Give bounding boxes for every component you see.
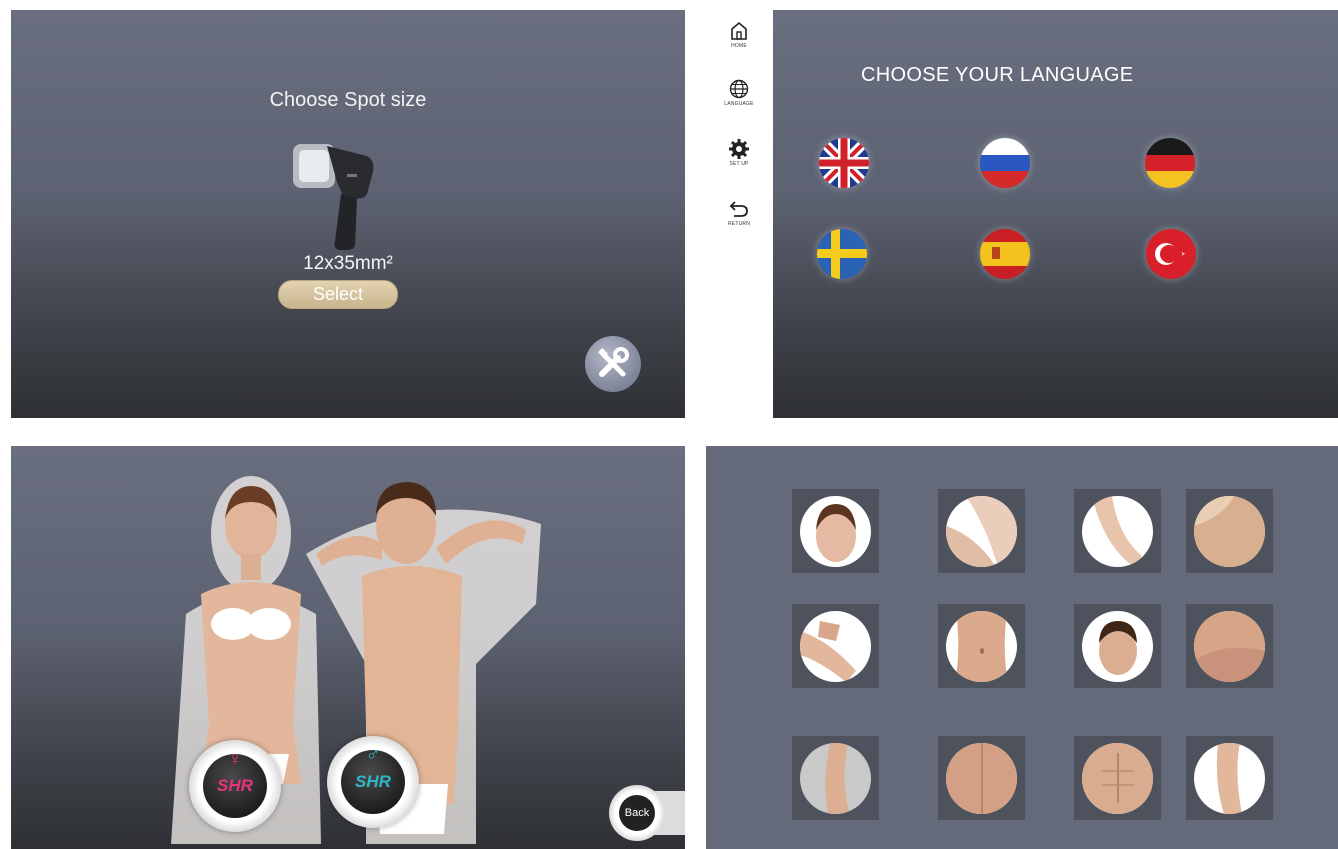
area-tile-thigh[interactable] bbox=[1186, 736, 1273, 820]
turkey-flag[interactable] bbox=[1146, 229, 1196, 279]
area-tile-leg[interactable] bbox=[792, 604, 879, 688]
gear-icon bbox=[729, 139, 749, 159]
spot-size-value: 12x35mm² bbox=[303, 253, 393, 274]
laser-handpiece-image bbox=[293, 144, 374, 250]
sweden-flag[interactable] bbox=[817, 229, 867, 279]
language-panel: CHOOSE YOUR LANGUAGE bbox=[773, 10, 1338, 418]
spain-flag[interactable] bbox=[980, 229, 1030, 279]
side-menu: HOME LANGUAGE SET UP RETURN bbox=[705, 10, 773, 418]
side-item-language[interactable]: LANGUAGE bbox=[705, 78, 773, 107]
area-tile-lower-leg[interactable] bbox=[792, 736, 879, 820]
gender-panel: ♀ SHR ♂ SHR Back bbox=[11, 446, 685, 849]
tools-icon[interactable] bbox=[585, 336, 641, 392]
germany-flag[interactable] bbox=[1145, 138, 1195, 188]
body-area-panel bbox=[706, 446, 1338, 849]
male-shr-button[interactable]: ♂ SHR bbox=[327, 736, 419, 828]
side-label: LANGUAGE bbox=[724, 101, 754, 107]
female-symbol-icon: ♀ bbox=[227, 748, 243, 770]
back-label: Back bbox=[619, 795, 655, 831]
male-symbol-icon: ♂ bbox=[365, 744, 381, 766]
area-tile-arm[interactable] bbox=[1074, 489, 1161, 573]
area-tile-face[interactable] bbox=[792, 489, 879, 573]
home-icon bbox=[731, 21, 747, 40]
area-tile-back[interactable] bbox=[1186, 489, 1273, 573]
return-icon bbox=[729, 201, 748, 217]
side-label: RETURN bbox=[727, 221, 751, 227]
uk-flag[interactable] bbox=[819, 138, 869, 188]
language-title: CHOOSE YOUR LANGUAGE bbox=[861, 64, 1134, 86]
side-label: HOME bbox=[731, 43, 747, 49]
side-item-home[interactable]: HOME bbox=[705, 20, 773, 49]
area-tile-male-face[interactable] bbox=[1074, 604, 1161, 688]
area-tile-shoulder[interactable] bbox=[1186, 604, 1273, 688]
spot-size-panel: Choose Spot size 12x35mm² Select bbox=[11, 10, 685, 418]
male-shr-label: SHR bbox=[355, 772, 391, 791]
russia-flag[interactable] bbox=[980, 138, 1030, 188]
area-tile-underarm[interactable] bbox=[938, 489, 1025, 573]
back-button[interactable]: Back bbox=[609, 785, 665, 841]
side-label: SET UP bbox=[729, 161, 749, 167]
female-shr-label: SHR bbox=[217, 776, 253, 795]
globe-icon bbox=[729, 79, 749, 99]
spot-size-title: Choose Spot size bbox=[269, 89, 427, 111]
side-item-setup[interactable]: SET UP bbox=[705, 138, 773, 167]
side-item-return[interactable]: RETURN bbox=[705, 198, 773, 227]
area-tile-abdomen[interactable] bbox=[938, 604, 1025, 688]
select-button[interactable]: Select bbox=[278, 280, 398, 309]
area-tile-chest[interactable] bbox=[1074, 736, 1161, 820]
female-shr-button[interactable]: ♀ SHR bbox=[189, 740, 281, 832]
area-tile-lower-back[interactable] bbox=[938, 736, 1025, 820]
